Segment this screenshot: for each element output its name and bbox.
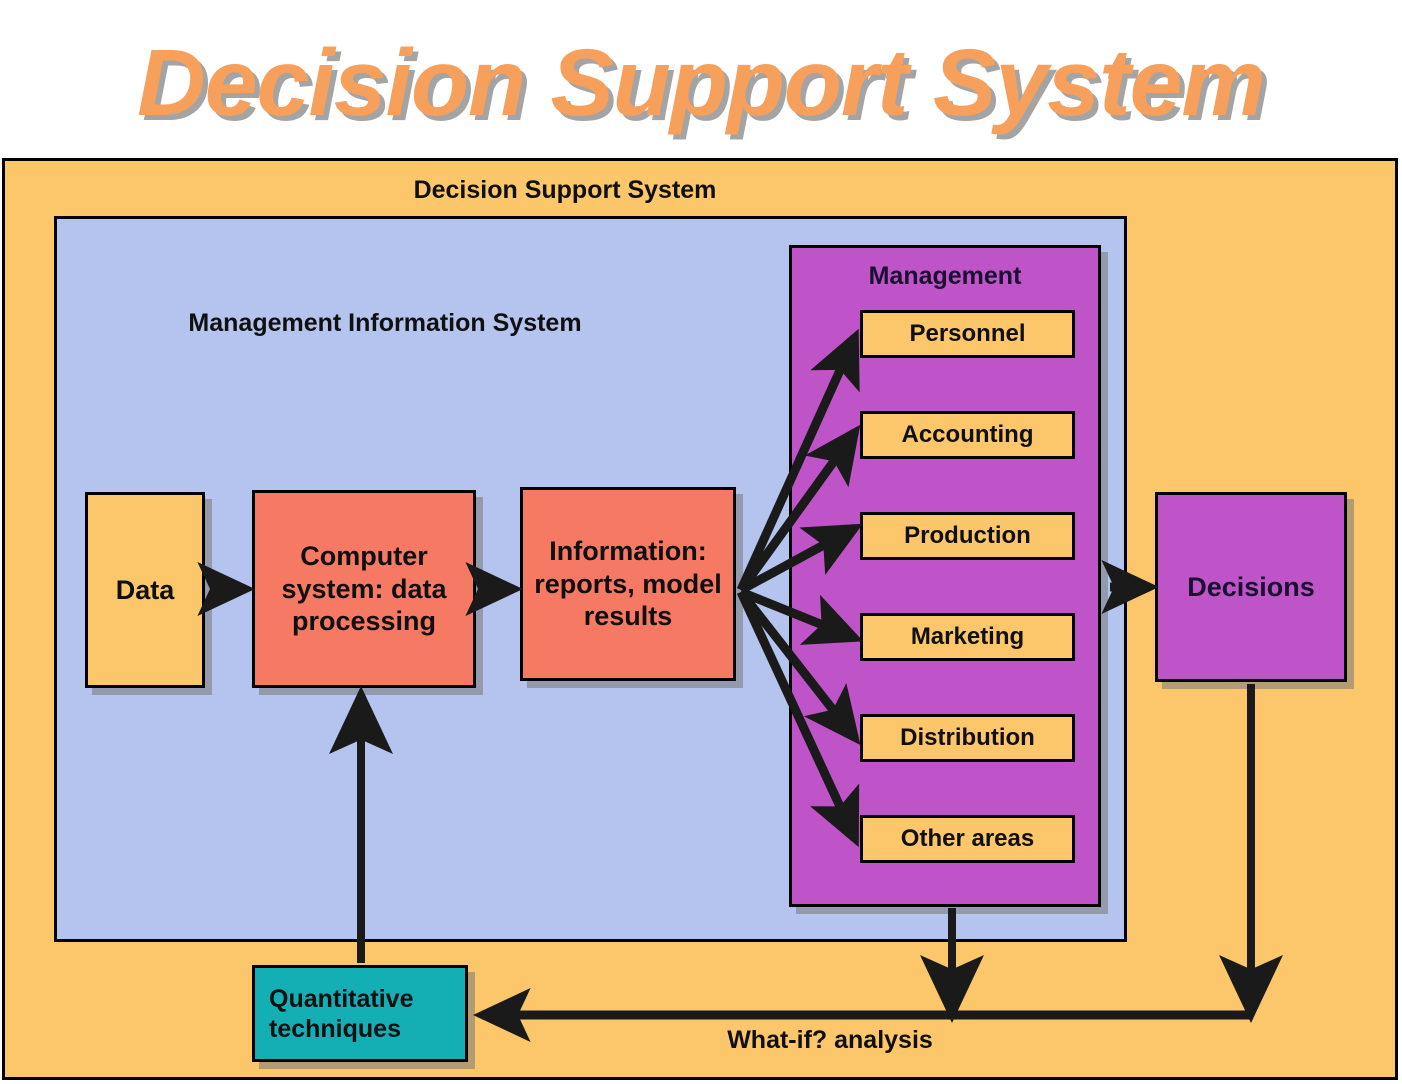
- quantitative-techniques-label: Quantitative techniques: [269, 984, 414, 1043]
- department-box-production[interactable]: Production: [860, 512, 1075, 560]
- decision-support-system-label: Decision Support System: [413, 176, 717, 204]
- department-box-other-areas[interactable]: Other areas: [860, 815, 1075, 863]
- quantitative-techniques-box[interactable]: Quantitative techniques: [252, 965, 468, 1062]
- data-box-label: Data: [115, 574, 175, 605]
- management-panel-label: Management: [868, 262, 1022, 290]
- computer-system-box[interactable]: Computer system: data processing: [252, 490, 476, 688]
- information-box[interactable]: Information: reports, model results: [520, 487, 736, 681]
- page-title: Decision Support System: [137, 30, 1266, 136]
- department-box-marketing[interactable]: Marketing: [860, 613, 1075, 661]
- department-box-accounting[interactable]: Accounting: [860, 411, 1075, 459]
- what-if-analysis-label: What-if? analysis: [727, 1026, 933, 1054]
- information-box-label: Information: reports, model results: [534, 536, 722, 632]
- department-label: Accounting: [901, 421, 1034, 448]
- department-label: Other areas: [900, 825, 1035, 852]
- department-label: Production: [904, 522, 1031, 549]
- computer-system-box-label: Computer system: data processing: [281, 541, 447, 637]
- department-label: Personnel: [909, 320, 1026, 347]
- diagram-canvas: Decision Support System Decision Support…: [0, 0, 1402, 1084]
- decisions-box-label: Decisions: [1187, 571, 1315, 602]
- department-box-personnel[interactable]: Personnel: [860, 310, 1075, 358]
- department-box-distribution[interactable]: Distribution: [860, 714, 1075, 762]
- department-label: Distribution: [900, 724, 1035, 751]
- management-information-system-label: Management Information System: [188, 309, 582, 337]
- decisions-box[interactable]: Decisions: [1155, 492, 1347, 682]
- department-label: Marketing: [910, 623, 1025, 650]
- data-box[interactable]: Data: [85, 492, 205, 688]
